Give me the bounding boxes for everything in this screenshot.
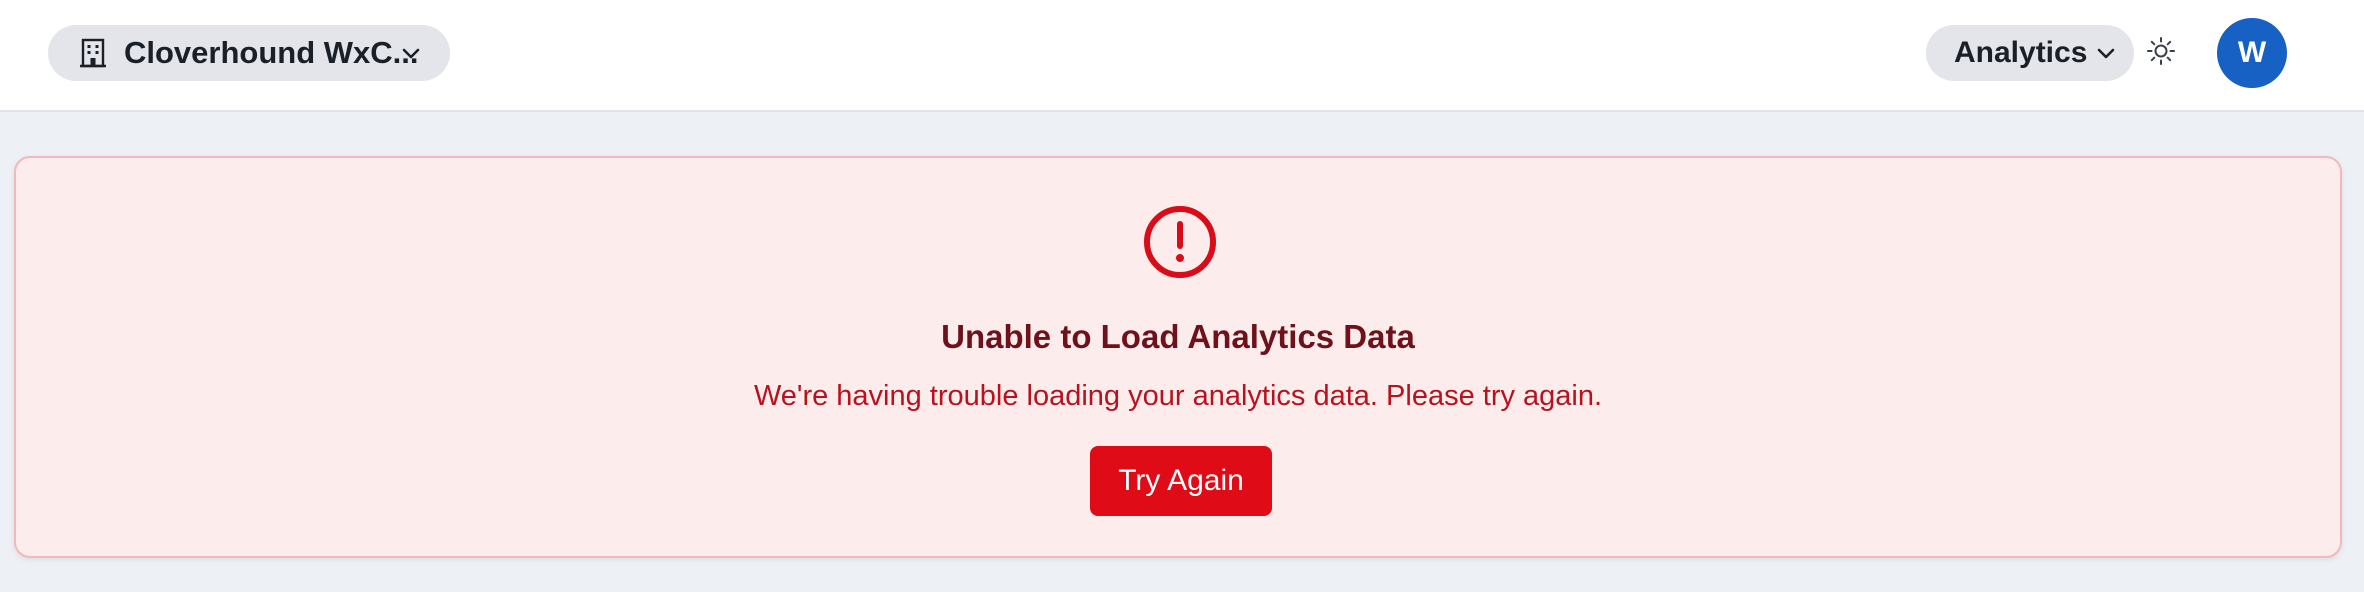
view-switcher-label: Analytics bbox=[1954, 36, 2088, 69]
error-alert-panel: Unable to Load Analytics Data We're havi… bbox=[14, 156, 2342, 558]
top-bar: Cloverhound WxC... Analytics W bbox=[0, 0, 2364, 112]
error-message: We're having trouble loading your analyt… bbox=[753, 380, 1603, 412]
sun-icon bbox=[2146, 36, 2176, 71]
theme-toggle-button[interactable] bbox=[2144, 36, 2178, 70]
org-switcher-button[interactable]: Cloverhound WxC... bbox=[48, 25, 450, 81]
analytics-view-dropdown[interactable]: Analytics bbox=[1926, 25, 2134, 81]
chevron-down-icon bbox=[400, 42, 422, 64]
user-avatar[interactable]: W bbox=[2217, 18, 2287, 88]
alert-circle-icon bbox=[1142, 204, 1218, 280]
try-again-button[interactable]: Try Again bbox=[1090, 446, 1272, 516]
error-title: Unable to Load Analytics Data bbox=[941, 318, 1415, 355]
org-switcher-label: Cloverhound WxC... bbox=[124, 35, 419, 70]
chevron-down-icon bbox=[2095, 42, 2117, 64]
building-icon bbox=[78, 38, 108, 68]
